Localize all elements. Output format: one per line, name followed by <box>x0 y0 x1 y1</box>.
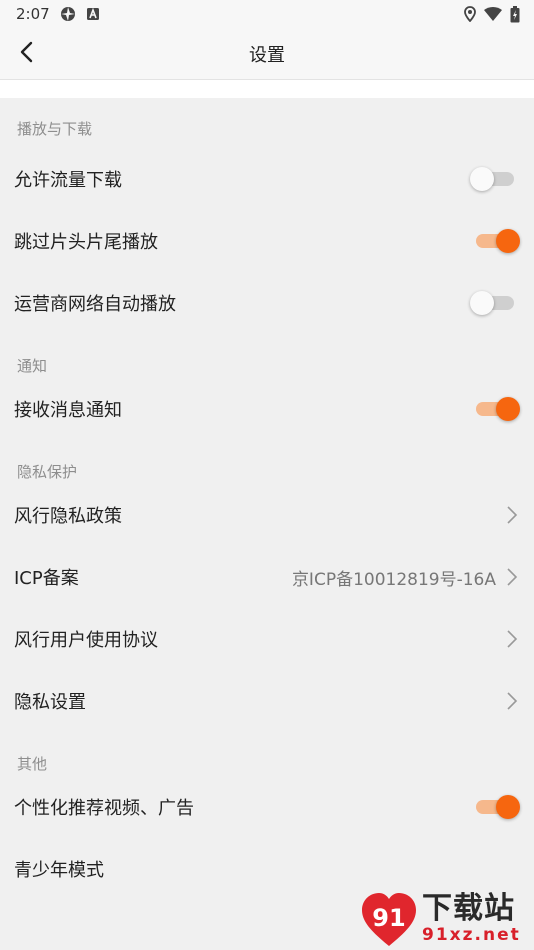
location-icon <box>464 6 476 22</box>
setting-row-user-agreement[interactable]: 风行用户使用协议 <box>0 608 534 670</box>
setting-label: 个性化推荐视频、广告 <box>14 798 194 819</box>
watermark-small-text: 91xz.net <box>422 925 521 945</box>
toggle-switch-carrier-autoplay[interactable] <box>470 291 514 315</box>
setting-label: 允许流量下载 <box>14 170 122 191</box>
toggle-knob <box>470 167 494 191</box>
setting-label: 青少年模式 <box>14 860 104 881</box>
setting-row-icp[interactable]: ICP备案 京ICP备10012819号-16A <box>0 546 534 608</box>
status-left: 2:07 <box>16 5 100 23</box>
toggle-switch-allow-data-download[interactable] <box>470 167 514 191</box>
watermark-logo-text: 91 <box>372 904 405 932</box>
setting-row-allow-data-download[interactable]: 允许流量下载 <box>0 148 534 210</box>
status-time: 2:07 <box>16 5 50 23</box>
a-box-icon <box>86 7 100 21</box>
setting-row-privacy-settings[interactable]: 隐私设置 <box>0 670 534 732</box>
watermark-big-text: 下载站 <box>422 891 515 926</box>
setting-label: 隐私设置 <box>14 692 86 713</box>
aperture-icon <box>60 6 76 22</box>
icp-number: 京ICP备10012819号-16A <box>291 569 496 590</box>
watermark-logo-icon: 91 <box>362 893 416 946</box>
chevron-right-icon <box>506 567 518 587</box>
toggle-knob <box>496 229 520 253</box>
toggle-knob <box>496 795 520 819</box>
back-arrow-icon <box>19 41 33 67</box>
section-header-privacy: 隐私保护 <box>17 463 78 481</box>
top-divider-strip <box>0 80 534 98</box>
back-button[interactable] <box>8 36 44 72</box>
setting-row-carrier-autoplay[interactable]: 运营商网络自动播放 <box>0 272 534 334</box>
section-header-playback: 播放与下载 <box>17 119 93 138</box>
setting-row-receive-notifications[interactable]: 接收消息通知 <box>0 378 534 440</box>
watermark-text: 下载站 91xz.net <box>422 891 521 946</box>
site-watermark: 91 下载站 91xz.net <box>358 888 532 950</box>
app-header: 设置 <box>0 28 534 80</box>
setting-label: ICP备案 <box>14 568 79 589</box>
setting-label: 运营商网络自动播放 <box>14 294 176 315</box>
setting-label: 风行用户使用协议 <box>14 630 158 651</box>
setting-label: 跳过片头片尾播放 <box>14 232 158 253</box>
status-bar: 2:07 <box>0 0 534 28</box>
toggle-switch-personalized-recommend[interactable] <box>476 795 520 819</box>
toggle-knob <box>496 397 520 421</box>
setting-row-personalized-recommend[interactable]: 个性化推荐视频、广告 <box>0 776 534 838</box>
wifi-icon <box>484 7 502 21</box>
setting-row-privacy-policy[interactable]: 风行隐私政策 <box>0 484 534 546</box>
setting-label: 接收消息通知 <box>14 400 122 421</box>
chevron-right-icon <box>506 691 518 711</box>
toggle-knob <box>470 291 494 315</box>
status-right <box>464 5 520 23</box>
setting-row-skip-intro-outro[interactable]: 跳过片头片尾播放 <box>0 210 534 272</box>
toggle-switch-skip-intro-outro[interactable] <box>476 229 520 253</box>
battery-icon <box>510 5 520 23</box>
chevron-right-icon <box>506 505 518 525</box>
toggle-switch-receive-notifications[interactable] <box>476 397 520 421</box>
page-title: 设置 <box>249 44 285 66</box>
setting-label: 风行隐私政策 <box>14 506 122 527</box>
chevron-right-icon <box>506 629 518 649</box>
section-header-other: 其他 <box>17 755 48 773</box>
section-header-notify: 通知 <box>17 357 48 375</box>
